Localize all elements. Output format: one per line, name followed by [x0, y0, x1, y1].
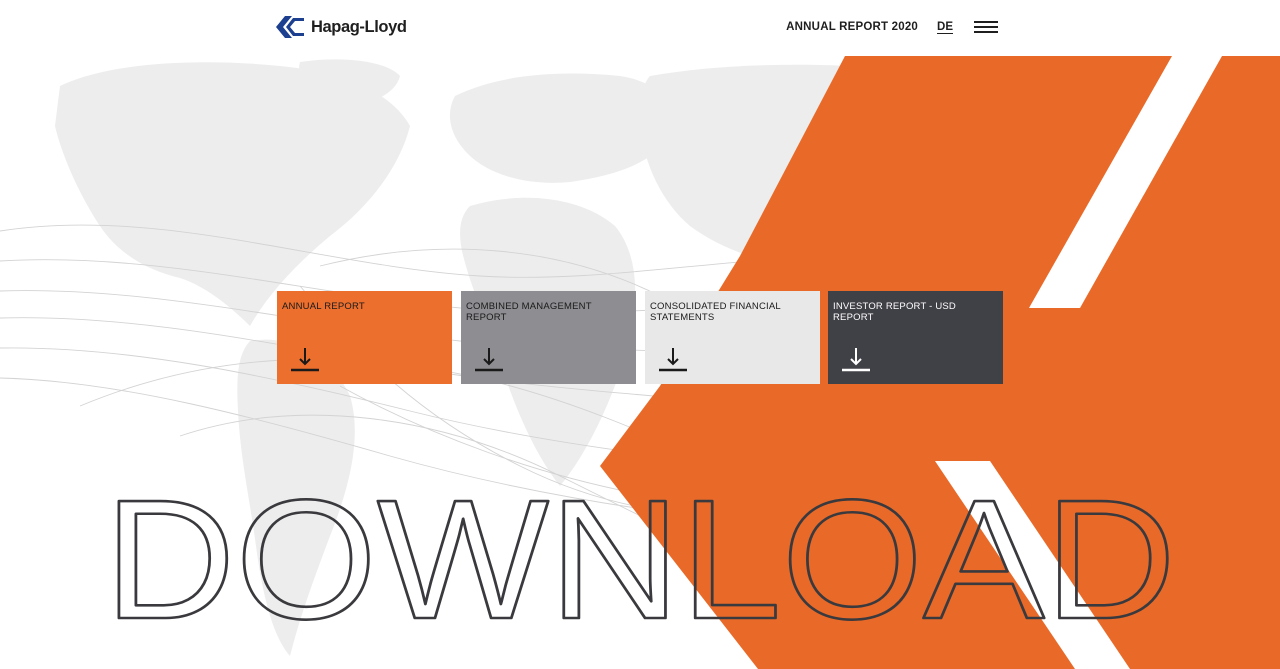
annual-report-link[interactable]: ANNUAL REPORT 2020	[786, 21, 918, 33]
consolidated-financial-statements-download-tile[interactable]: CONSOLIDATED FINANCIAL STATEMENTS	[645, 291, 820, 384]
download-icon	[842, 348, 870, 372]
language-switch-de[interactable]: DE	[937, 21, 953, 33]
site-header: Hapag-Lloyd ANNUAL REPORT 2020 DE	[0, 0, 1280, 56]
download-icon	[659, 348, 687, 372]
hamburger-menu-icon[interactable]	[974, 19, 998, 35]
annual-report-download-tile[interactable]: ANNUAL REPORT	[277, 291, 452, 384]
download-hero-heading: DOWNLOAD	[103, 464, 1178, 657]
brand-logo[interactable]: Hapag-Lloyd	[276, 16, 407, 38]
download-icon	[291, 348, 319, 372]
tile-label: CONSOLIDATED FINANCIAL STATEMENTS	[650, 301, 781, 323]
download-icon	[475, 348, 503, 372]
tile-label: INVESTOR REPORT - USD REPORT	[833, 301, 956, 323]
tile-label: COMBINED MANAGEMENT REPORT	[466, 301, 592, 323]
investor-report-usd-download-tile[interactable]: INVESTOR REPORT - USD REPORT	[828, 291, 1003, 384]
hero-word: DOWNLOAD	[104, 465, 1176, 655]
tile-label: ANNUAL REPORT	[282, 301, 365, 312]
combined-management-report-download-tile[interactable]: COMBINED MANAGEMENT REPORT	[461, 291, 636, 384]
top-nav: ANNUAL REPORT 2020 DE	[786, 19, 998, 35]
hapag-lloyd-logo-icon	[276, 16, 304, 38]
brand-name: Hapag-Lloyd	[311, 18, 407, 36]
